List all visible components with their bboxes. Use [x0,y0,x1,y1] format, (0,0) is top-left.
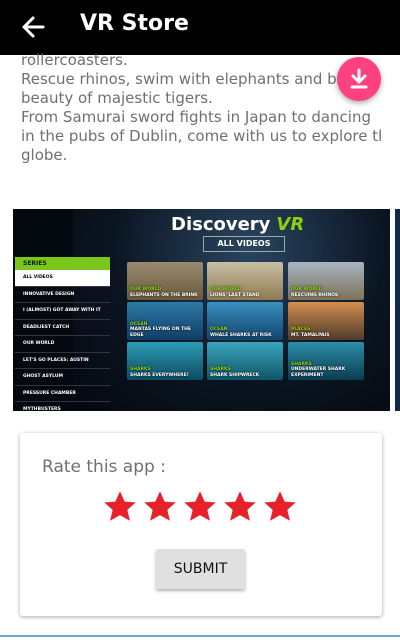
video-tile: SHARKS SHARK SHIPWRECK [207,342,283,380]
description-line: in the pubs of Dublin, come with us to e… [21,127,381,145]
next-screenshot-edge[interactable] [395,209,400,411]
menu-item: I (ALMOST) GOT AWAY WITH IT [15,303,110,320]
divider [0,635,400,637]
video-tile: OUR WORLD ELEPHANTS ON THE BRINK [127,262,203,300]
video-tile: OUR WORLD RESCUING RHINOS [288,262,364,300]
star-icon[interactable] [102,489,138,525]
app-description: rollercoasters. Rescue rhinos, swim with… [21,51,381,165]
video-tile: OUR WORLD LIONS' LAST STAND [207,262,283,300]
menu-item: PRESSURE CHAMBER [15,386,110,402]
star-rating[interactable] [102,489,302,529]
menu-item: ALL VIDEOS [15,270,110,287]
page-title: VR Store [80,11,189,36]
rate-label: Rate this app : [42,457,166,477]
star-icon[interactable] [142,489,178,525]
all-videos-label: ALL VIDEOS [203,236,285,252]
description-line: globe. [21,146,68,164]
menu-header: SERIES [15,257,110,270]
video-tile: PLACES MT. TAMALPAIS [288,302,364,340]
series-menu: SERIES ALL VIDEOS INNOVATIVE DESIGN I (A… [15,257,110,411]
star-icon[interactable] [262,489,298,525]
arrow-back-icon[interactable] [18,12,48,42]
description-line: Rescue rhinos, swim with elephants and b… [21,70,363,88]
description-line: beauty of majestic tigers. [21,89,213,107]
video-tile: SHARKS SHARKS EVERYWHERE! [127,342,203,380]
menu-item: DEADLIEST CATCH [15,320,110,336]
menu-item: MYTHBUSTERS [15,402,110,411]
menu-item: LET'S GO PLACES: AUSTIN [15,353,110,369]
discovery-logo: Discovery VR [171,214,305,235]
menu-item: INNOVATIVE DESIGN [15,287,110,303]
rating-card: Rate this app : SUBMIT [20,433,382,616]
submit-button[interactable]: SUBMIT [156,549,245,589]
video-tile: SHARKS UNDERWATER SHARK EXPERIMENT [288,342,364,380]
star-icon[interactable] [182,489,218,525]
app-bar: VR Store [0,0,400,55]
description-line: From Samurai sword fights in Japan to da… [21,108,371,126]
video-tile: OCEAN MANTAS FLYING ON THE EDGE [127,302,203,340]
app-screenshot[interactable]: Discovery VR ALL VIDEOS SERIES ALL VIDEOS… [13,209,390,411]
description-line: rollercoasters. [21,51,128,69]
download-icon [350,68,368,89]
menu-item: OUR WORLD [15,336,110,353]
video-tile: OCEAN WHALE SHARKS AT RISK [207,302,283,340]
download-button[interactable] [337,57,381,101]
star-icon[interactable] [222,489,258,525]
menu-item: GHOST ASYLUM [15,369,110,386]
